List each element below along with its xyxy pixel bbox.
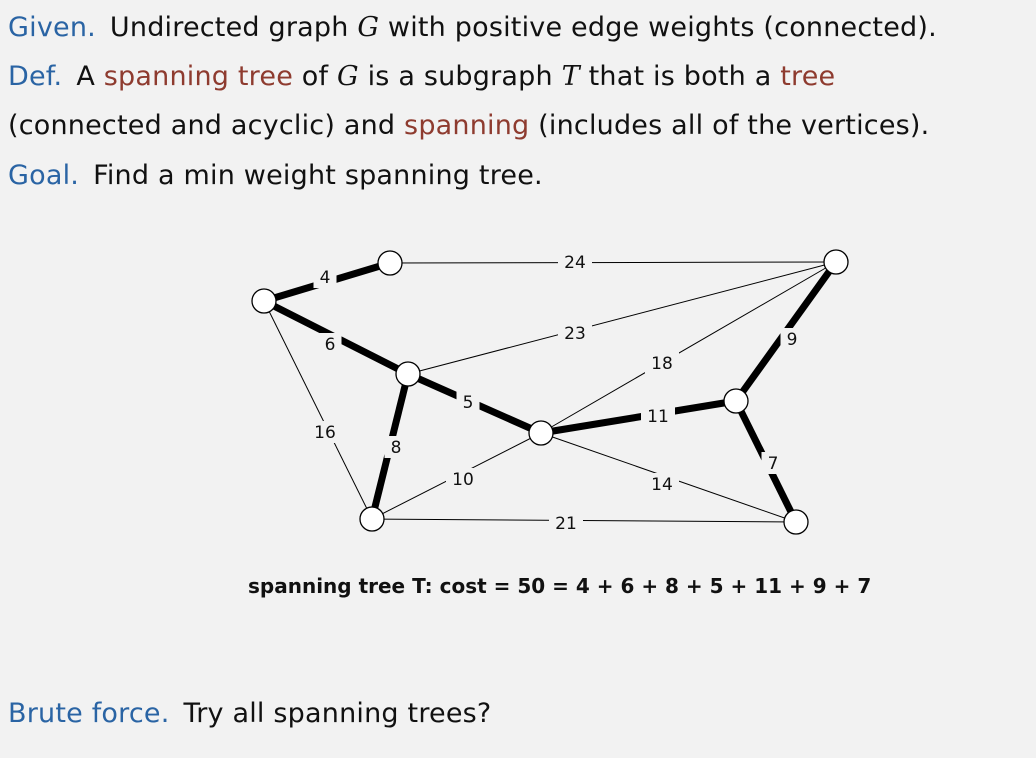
edge-weight-label: 7 [768, 454, 779, 474]
edge-weight-label: 4 [320, 268, 331, 288]
brute-force-text: Try all spanning trees? [183, 698, 492, 729]
edge-weight-label: 10 [452, 470, 474, 490]
edge-weight-label: 23 [564, 324, 586, 344]
edge-weight-label: 14 [651, 475, 673, 495]
graph-vertex [783, 509, 809, 535]
graph-edge [371, 518, 797, 523]
tree-edge [540, 397, 737, 437]
brute-force-keyword: Brute force. [8, 698, 170, 729]
edge-weight-label: 18 [651, 354, 673, 374]
edge-weight-label: 11 [647, 407, 669, 427]
graph-vertex [823, 249, 849, 275]
graph-vertex [359, 506, 385, 532]
edge-weight-label: 8 [391, 438, 402, 458]
edge-weight-label: 24 [564, 253, 586, 273]
edge-weight-label: 6 [325, 335, 336, 355]
graph-vertex [723, 388, 749, 414]
graph-vertex [251, 288, 277, 314]
graph-edge [263, 300, 373, 520]
graph-vertex [528, 420, 554, 446]
graph-vertex [377, 250, 403, 276]
edge-weight-label: 9 [787, 330, 798, 350]
graph-edge [389, 261, 837, 264]
graph-diagram: 4 24 6 23 18 9 5 11 16 8 7 10 14 21 [251, 249, 849, 535]
edge-weight-label: 16 [314, 423, 336, 443]
brute-force-line: Brute force. Try all spanning trees? [8, 698, 491, 729]
edge-weight-label: 5 [463, 393, 474, 413]
edge-weight-label: 21 [555, 514, 577, 534]
spanning-tree-caption: spanning tree T: cost = 50 = 4 + 6 + 8 +… [248, 574, 872, 598]
graph-vertex [395, 361, 421, 387]
